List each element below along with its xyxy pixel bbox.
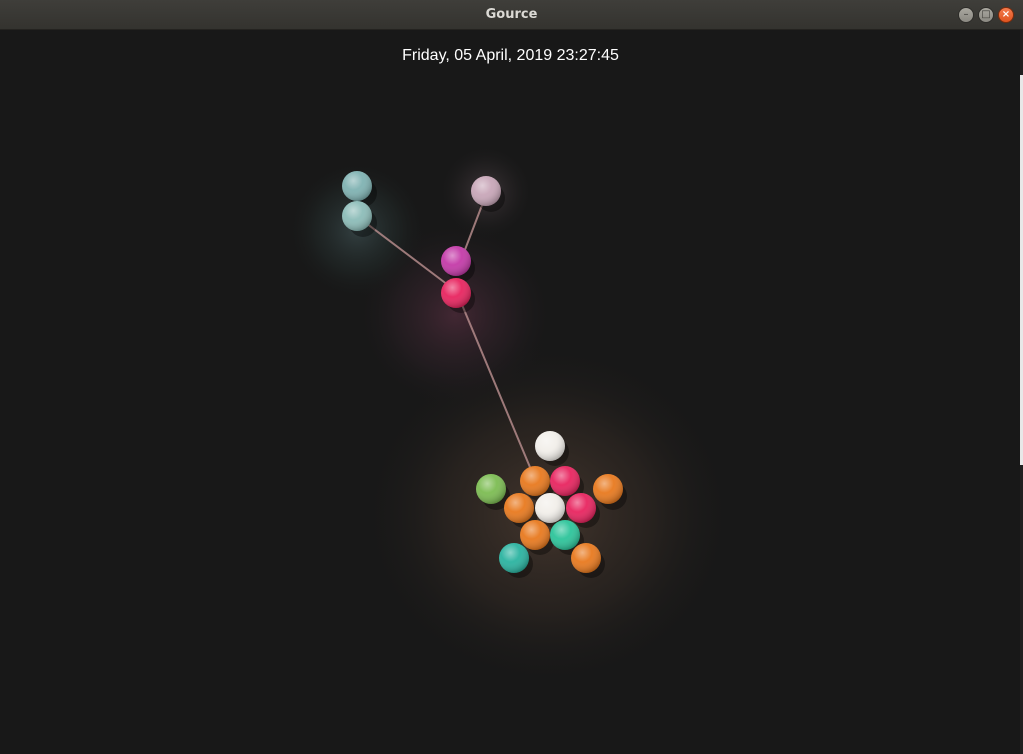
visualization-canvas[interactable]: Friday, 05 April, 2019 23:27:45	[0, 30, 1021, 754]
window-title: Gource	[485, 7, 538, 22]
close-button[interactable]: ×	[998, 7, 1014, 23]
maximize-icon: □	[981, 9, 991, 20]
close-icon: ×	[1001, 9, 1011, 20]
window-titlebar[interactable]: Gource – □ ×	[0, 0, 1023, 30]
repository-graph	[287, 144, 738, 690]
gource-window: Gource – □ × Friday, 05 April, 2019 23:2…	[0, 0, 1023, 754]
minimize-button[interactable]: –	[958, 7, 974, 23]
maximize-button[interactable]: □	[978, 7, 994, 23]
commit-datetime: Friday, 05 April, 2019 23:27:45	[402, 47, 619, 64]
minimize-icon: –	[963, 9, 969, 20]
